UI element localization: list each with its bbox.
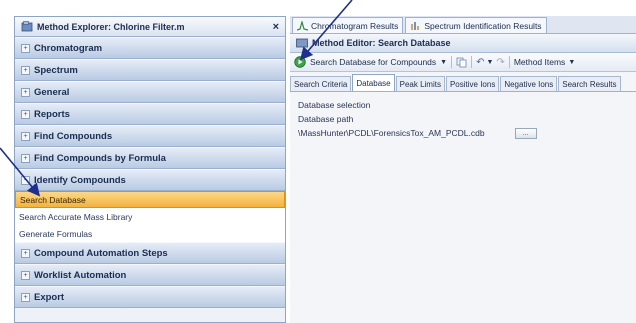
collapse-icon[interactable]: − [21, 175, 30, 185]
chromatogram-icon [297, 20, 308, 31]
tab-spectrum-identification-results[interactable]: Spectrum Identification Results [405, 17, 547, 33]
expand-icon[interactable]: + [21, 248, 30, 258]
database-selection-heading: Database selection [298, 100, 371, 110]
expand-icon[interactable]: + [21, 153, 30, 163]
expand-icon[interactable]: + [21, 292, 30, 302]
dropdown-arrow-icon[interactable]: ▼ [440, 59, 447, 66]
section-chromatogram[interactable]: + Chromatogram [15, 37, 285, 59]
item-generate-formulas[interactable]: Generate Formulas [15, 225, 285, 242]
section-label: Export [34, 291, 65, 303]
search-database-for-compounds-button[interactable]: Search Database for Compounds [310, 57, 436, 67]
expand-icon[interactable]: + [21, 87, 30, 97]
spectrum-icon [411, 21, 420, 30]
item-search-accurate-mass-library[interactable]: Search Accurate Mass Library [15, 208, 285, 225]
expand-icon[interactable]: + [21, 131, 30, 141]
toolbar-separator [508, 56, 510, 68]
tab-chromatogram-results[interactable]: Chromatogram Results [292, 17, 404, 33]
close-icon[interactable]: × [273, 21, 279, 33]
tab-label: Chromatogram Results [311, 20, 399, 31]
method-items-menu[interactable]: Method Items [514, 57, 566, 67]
method-explorer-panel: Method Explorer: Chlorine Filter.m × + Ch… [14, 16, 286, 323]
item-search-database[interactable]: Search Database [15, 191, 285, 208]
method-explorer-title: Method Explorer: Chlorine Filter.m [37, 21, 185, 32]
section-spectrum[interactable]: + Spectrum [15, 59, 285, 81]
expand-icon[interactable]: + [21, 270, 30, 280]
section-label: General [34, 86, 70, 98]
section-label: Find Compounds by Formula [34, 152, 166, 164]
method-editor-title-bar: Method Editor: Search Database [290, 34, 636, 53]
section-label: Chromatogram [34, 42, 103, 54]
dropdown-arrow-icon[interactable]: ▼ [486, 59, 493, 66]
section-identify-compounds[interactable]: − Identify Compounds [15, 169, 285, 191]
section-label: Find Compounds [34, 130, 113, 142]
section-worklist-automation[interactable]: + Worklist Automation [15, 264, 285, 286]
tab-search-results[interactable]: Search Results [558, 76, 621, 91]
tab-database[interactable]: Database [352, 74, 395, 91]
section-label: Worklist Automation [34, 269, 127, 281]
section-compound-automation-steps[interactable]: + Compound Automation Steps [15, 242, 285, 264]
section-label: Identify Compounds [34, 174, 126, 186]
tab-search-criteria[interactable]: Search Criteria [290, 76, 352, 91]
browse-button[interactable]: ... [514, 127, 537, 139]
section-label: Compound Automation Steps [34, 247, 168, 259]
editor-toolbar: Search Database for Compounds ▼ ↶ ▼ ↷ Me… [290, 53, 636, 72]
tab-positive-ions[interactable]: Positive Ions [445, 76, 500, 91]
run-icon[interactable] [294, 56, 306, 68]
expand-icon[interactable]: + [21, 109, 30, 119]
database-path-label: Database path [298, 114, 354, 124]
section-export[interactable]: + Export [15, 286, 285, 308]
toolbar-separator [451, 56, 453, 68]
tab-peak-limits[interactable]: Peak Limits [395, 76, 445, 91]
dropdown-arrow-icon[interactable]: ▼ [568, 59, 575, 66]
method-editor-title: Method Editor: Search Database [312, 38, 451, 48]
document-tabs: Chromatogram Results Spectrum Identifica… [290, 16, 636, 34]
redo-icon[interactable]: ↷ [496, 57, 504, 68]
section-find-compounds-by-formula[interactable]: + Find Compounds by Formula [15, 147, 285, 169]
editor-tabs: Search Criteria Database Peak Limits Pos… [290, 74, 636, 92]
section-reports[interactable]: + Reports [15, 103, 285, 125]
expand-icon[interactable]: + [21, 65, 30, 75]
method-editor-icon [296, 38, 308, 48]
method-explorer-title-bar: Method Explorer: Chlorine Filter.m × [15, 17, 285, 37]
section-find-compounds[interactable]: + Find Compounds [15, 125, 285, 147]
tab-negative-ions[interactable]: Negative Ions [500, 76, 558, 91]
expand-icon[interactable]: + [21, 43, 30, 53]
right-workspace: Chromatogram Results Spectrum Identifica… [290, 16, 636, 323]
method-explorer-icon [21, 21, 33, 32]
copy-icon[interactable] [456, 57, 467, 68]
section-label: Reports [34, 108, 70, 120]
section-label: Spectrum [34, 64, 78, 76]
toolbar-separator [471, 56, 473, 68]
undo-icon[interactable]: ↶ [476, 57, 484, 68]
database-path-row: \MassHunter\PCDL\ForensicsTox_AM_PCDL.cd… [298, 126, 628, 140]
tab-label: Spectrum Identification Results [424, 20, 542, 31]
database-path-value[interactable]: \MassHunter\PCDL\ForensicsTox_AM_PCDL.cd… [298, 128, 485, 138]
section-general[interactable]: + General [15, 81, 285, 103]
database-tab-content: Database selection Database path \MassHu… [290, 92, 636, 146]
